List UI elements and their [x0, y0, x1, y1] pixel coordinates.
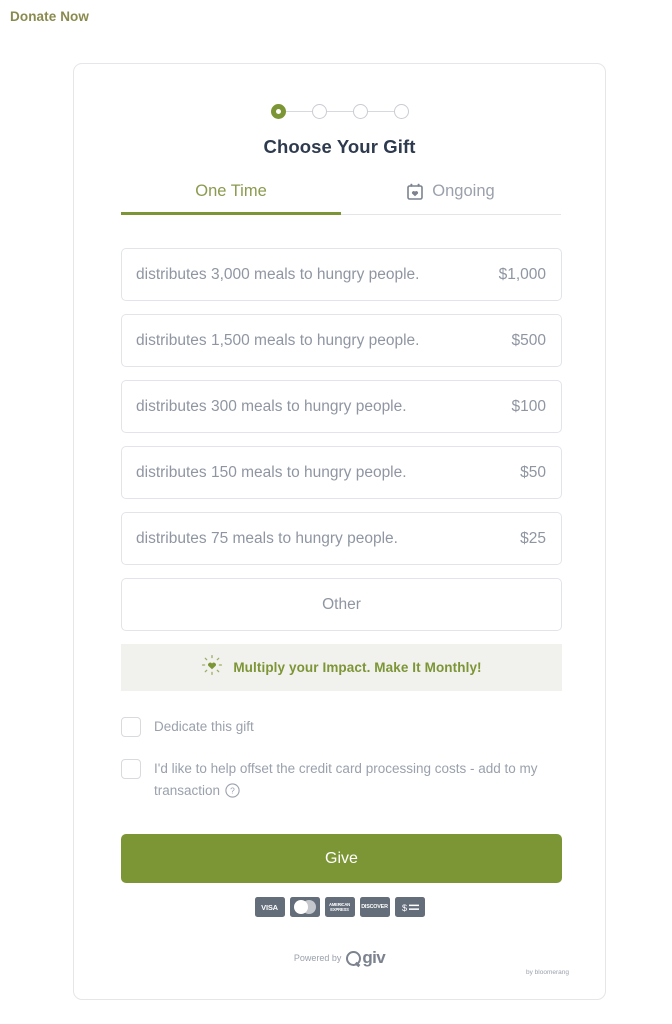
mastercard-badge — [289, 897, 320, 917]
gift-amount-description: distributes 150 meals to hungry people. — [136, 463, 407, 481]
gift-frequency-tabs: One Time Ongoing — [121, 174, 561, 215]
gift-amount-value: $1,000 — [498, 265, 546, 283]
qgiv-wordmark: giv — [346, 948, 386, 968]
make-it-monthly-label: Multiply your Impact. Make It Monthly! — [233, 660, 482, 675]
qgiv-mark-icon — [346, 950, 362, 966]
gift-amount-value: $50 — [520, 463, 546, 481]
sparkle-heart-icon — [201, 654, 223, 681]
powered-by-footer: Powered by giv by bloomerang — [74, 948, 605, 976]
gift-amount-option[interactable]: distributes 300 meals to hungry people. … — [121, 380, 562, 433]
gift-amount-value: $25 — [520, 529, 546, 547]
check-ach-badge: $ — [394, 897, 425, 917]
gift-amount-option[interactable]: distributes 1,500 meals to hungry people… — [121, 314, 562, 367]
qgiv-logo-lockup: Powered by giv — [293, 948, 386, 968]
gift-amount-description: distributes 300 meals to hungry people. — [136, 397, 407, 415]
tab-ongoing[interactable]: Ongoing — [341, 174, 561, 214]
progress-stepper — [74, 104, 605, 119]
gift-amount-other-label: Other — [322, 595, 361, 613]
stepper-dot-2[interactable] — [311, 104, 327, 119]
stepper-dot-4[interactable] — [393, 104, 409, 119]
help-icon[interactable]: ? — [225, 783, 240, 805]
svg-text:$: $ — [402, 903, 407, 913]
visa-badge: VISA — [254, 897, 285, 917]
tab-ongoing-label: Ongoing — [432, 182, 495, 200]
form-title: Choose Your Gift — [263, 136, 416, 157]
give-button[interactable]: Give — [121, 834, 562, 883]
tab-one-time-label: One Time — [195, 182, 267, 200]
calendar-heart-icon — [407, 183, 424, 200]
gift-amount-other-button[interactable]: Other — [121, 578, 562, 631]
gift-amount-description: distributes 3,000 meals to hungry people… — [136, 265, 420, 283]
page-title: Donate Now — [10, 9, 90, 24]
gift-amount-description: distributes 1,500 meals to hungry people… — [136, 331, 420, 349]
stepper-connector-1 — [285, 110, 312, 113]
tab-one-time[interactable]: One Time — [121, 174, 341, 215]
stepper-connector-2 — [326, 110, 353, 113]
svg-text:?: ? — [230, 785, 235, 795]
offset-fees-label: I'd like to help offset the credit card … — [154, 760, 538, 798]
gift-amount-value: $500 — [511, 331, 546, 349]
stepper-dot-3[interactable] — [352, 104, 368, 119]
offset-fees-checkbox[interactable] — [121, 758, 141, 779]
gift-amount-option[interactable]: distributes 3,000 meals to hungry people… — [121, 248, 562, 301]
stepper-dot-1[interactable] — [270, 104, 286, 119]
discover-badge: DISCOVER — [359, 897, 390, 917]
dedicate-gift-checkbox[interactable] — [121, 717, 141, 737]
options-checkbox-group: Dedicate this gift I'd like to help offs… — [121, 716, 562, 825]
gift-amount-value: $100 — [511, 397, 546, 415]
gift-amount-option[interactable]: distributes 150 meals to hungry people. … — [121, 446, 562, 499]
by-bloomerang-label: by bloomerang — [526, 969, 569, 976]
offset-fees-row[interactable]: I'd like to help offset the credit card … — [121, 758, 562, 805]
accepted-payment-methods: VISA AMERICAN EXPRESS DISCOVER $ — [74, 897, 605, 917]
offset-fees-label-wrap: I'd like to help offset the credit card … — [154, 758, 544, 805]
qgiv-wordmark-text: giv — [362, 948, 386, 967]
gift-amount-option[interactable]: distributes 75 meals to hungry people. $… — [121, 512, 562, 565]
make-it-monthly-banner[interactable]: Multiply your Impact. Make It Monthly! — [121, 644, 562, 691]
dedicate-gift-label: Dedicate this gift — [154, 719, 254, 734]
powered-by-label: Powered by — [293, 953, 342, 963]
donation-form-card: Choose Your Gift One Time Ongoing distri… — [73, 63, 606, 1000]
stepper-connector-3 — [367, 110, 394, 113]
dedicate-gift-row[interactable]: Dedicate this gift — [121, 716, 562, 738]
gift-amount-description: distributes 75 meals to hungry people. — [136, 529, 398, 547]
amex-badge: AMERICAN EXPRESS — [324, 897, 355, 917]
gift-amount-list: distributes 3,000 meals to hungry people… — [121, 248, 562, 631]
